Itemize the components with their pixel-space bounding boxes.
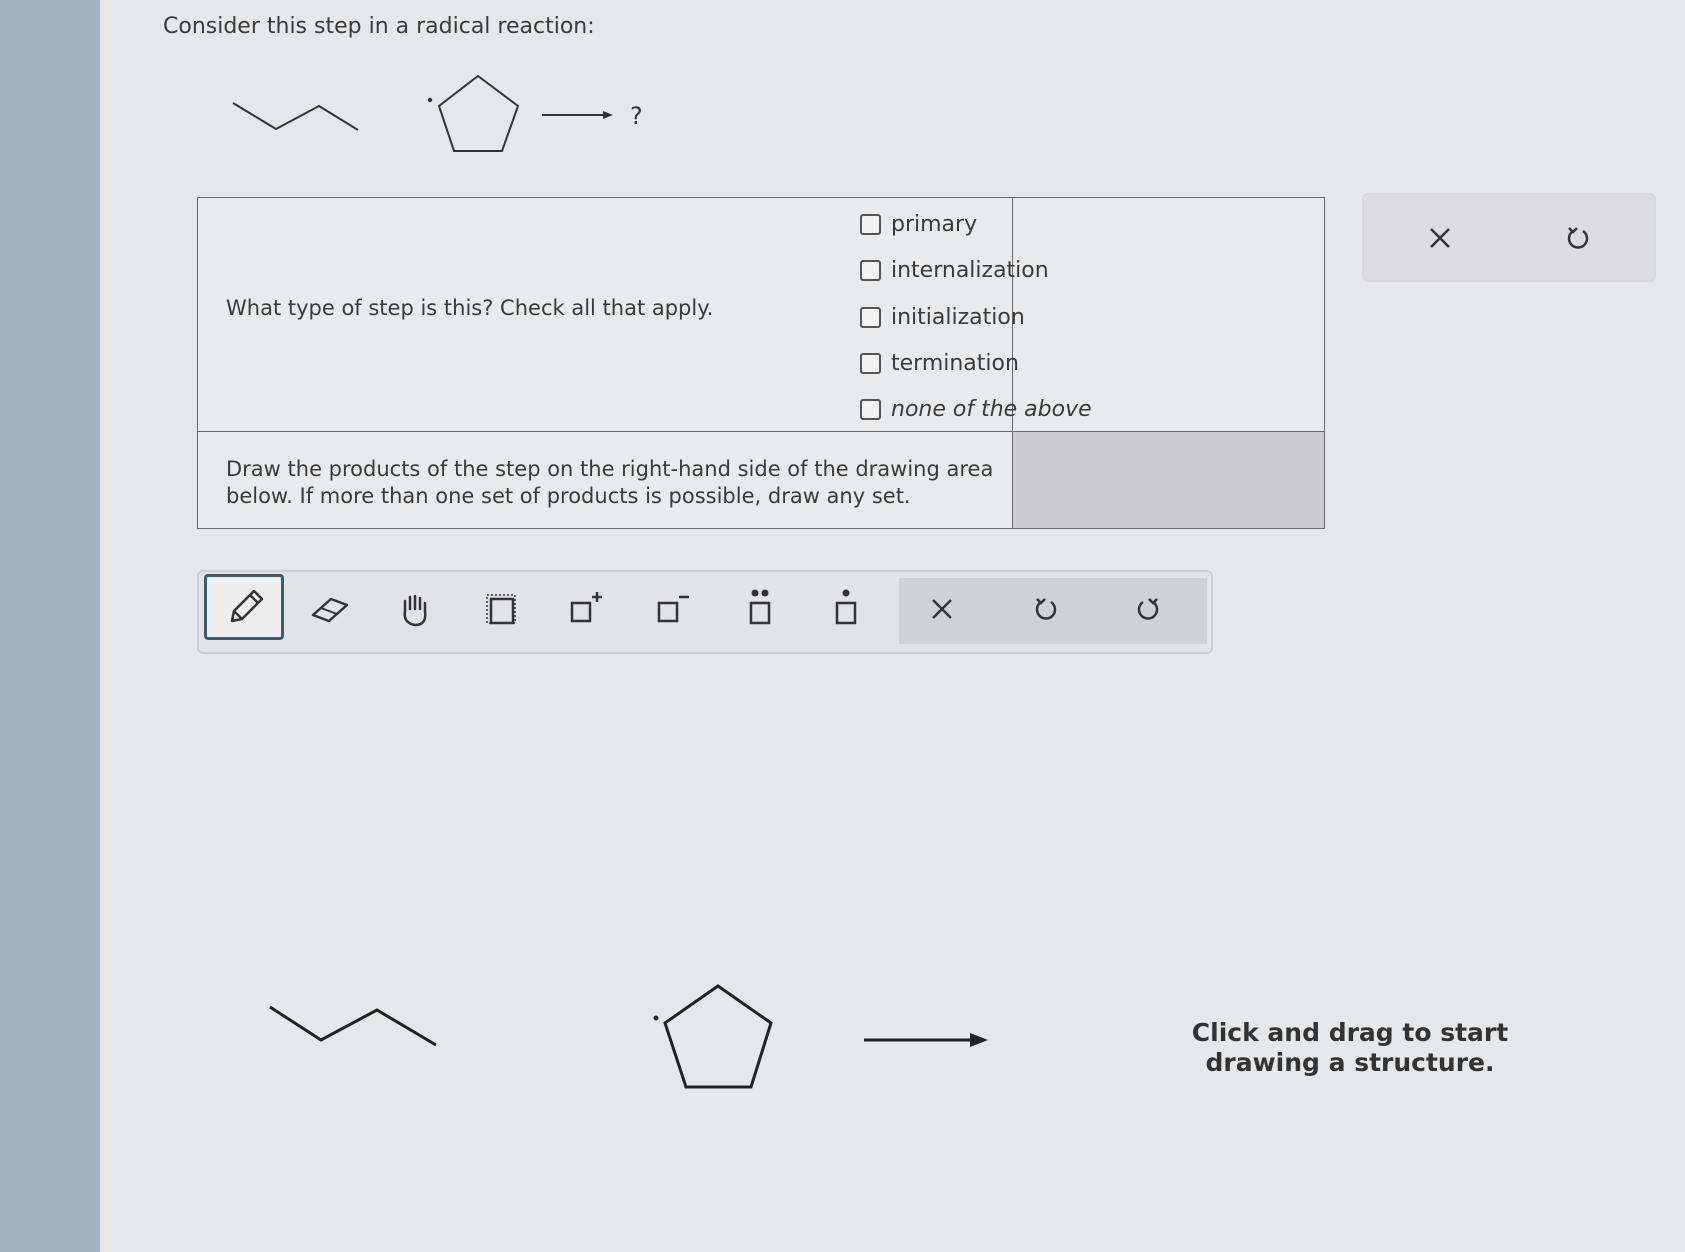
clear-drawing-button[interactable] [905,578,979,640]
positive-charge-icon [570,592,602,623]
undo-icon [1035,598,1057,620]
negative-charge-icon [657,595,689,623]
answer-placeholder-cell [1013,432,1324,528]
pencil-tool[interactable] [204,574,284,640]
checkbox-termination[interactable]: termination [860,351,1019,376]
canvas-cyclopentyl-ring [663,984,773,1089]
canvas-butane-skeleton [269,1005,437,1047]
canvas-hint: Click and drag to start drawing a struct… [1170,1018,1530,1078]
eraser-tool[interactable] [292,578,366,640]
radical-tool[interactable] [809,578,883,640]
canvas-hint-line1: Click and drag to start [1191,1018,1509,1047]
clear-answer-button[interactable] [1415,213,1465,263]
lone-pair-icon [749,589,771,625]
redo-icon [1137,598,1159,620]
checkbox-box[interactable] [860,353,881,374]
select-box-icon [486,594,516,625]
canvas-reaction-arrowhead [970,1033,988,1047]
question-table: What type of step is this? Check all tha… [197,197,1325,529]
reaction-arrowhead [603,111,613,119]
close-icon [1430,228,1450,248]
drawing-toolbar [197,570,1213,654]
radical-dot [427,97,433,103]
cyclopentyl-ring [437,74,520,152]
undo-button[interactable] [1009,578,1083,640]
hand-tool[interactable] [378,578,452,640]
canvas-hint-line2: drawing a structure. [1205,1048,1495,1077]
step-type-question: What type of step is this? Check all tha… [226,296,714,320]
undo-icon [1567,227,1589,249]
checkbox-box[interactable] [860,399,881,420]
draw-products-instruction: Draw the products of the step on the rig… [226,457,994,508]
checkbox-box[interactable] [860,214,881,235]
clear-icon [932,599,952,619]
positive-charge-tool[interactable] [549,578,623,640]
checkbox-label: internalization [891,258,1049,283]
checkbox-initialization[interactable]: initialization [860,305,1025,330]
radical-icon [835,589,857,625]
pencil-icon [230,589,264,623]
canvas-radical-dot [653,1015,659,1021]
checkbox-label: initialization [891,305,1025,330]
checkbox-box[interactable] [860,260,881,281]
checkbox-label: termination [891,351,1019,376]
checkbox-internalization[interactable]: internalization [860,258,1049,283]
checkbox-box[interactable] [860,307,881,328]
checkbox-label: primary [891,212,978,237]
unknown-product: ? [630,102,643,130]
hand-icon [403,594,427,627]
select-tool[interactable] [464,578,538,640]
butane-skeleton [232,102,359,131]
checkbox-none-of-the-above[interactable]: none of the above [860,397,1092,422]
lone-pair-tool[interactable] [723,578,797,640]
undo-answer-button[interactable] [1553,213,1603,263]
checkbox-primary[interactable]: primary [860,212,977,237]
answer-action-panel [1362,193,1656,282]
redo-button[interactable] [1111,578,1185,640]
eraser-icon [311,597,349,623]
negative-charge-tool[interactable] [636,578,710,640]
checkbox-label: none of the above [891,397,1092,422]
